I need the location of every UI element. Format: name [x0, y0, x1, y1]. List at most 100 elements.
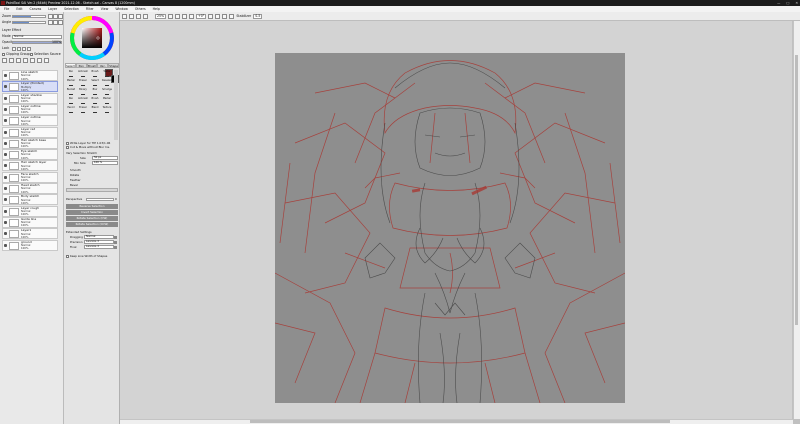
- final-select[interactable]: Lanczos 3: [84, 245, 114, 249]
- layer-item[interactable]: Head sketch Normal 100%: [2, 183, 58, 194]
- clipping-group-checkbox[interactable]: [2, 52, 5, 56]
- flip-button[interactable]: [229, 13, 235, 19]
- horizontal-scroll-thumb[interactable]: [250, 420, 670, 423]
- visibility-eye-icon[interactable]: [4, 220, 7, 224]
- tool-blur-button[interactable]: Blur: [89, 87, 101, 96]
- layer-item[interactable]: Layer1 Normal 100%: [2, 228, 58, 240]
- shape-preset-bar[interactable]: [66, 188, 118, 192]
- visibility-eye-icon[interactable]: [4, 187, 7, 190]
- dragging-dropdown-icon[interactable]: [114, 235, 117, 239]
- visibility-eye-icon[interactable]: [4, 74, 7, 77]
- visibility-eye-icon[interactable]: [4, 175, 7, 179]
- visibility-eye-icon[interactable]: [4, 198, 7, 202]
- layer-item[interactable]: Hair sketch base Normal 100%: [2, 137, 58, 149]
- new-layer-button[interactable]: [2, 58, 7, 63]
- layer-item[interactable]: Layer red Normal 100%: [2, 126, 58, 138]
- tab-vector[interactable]: Vec.: [97, 63, 109, 68]
- tool-pen-button[interactable]: Pen: [65, 69, 77, 78]
- tab-shape[interactable]: Shape: [108, 63, 119, 68]
- tab-select[interactable]: Select: [65, 63, 76, 68]
- layer-item[interactable]: Layer outline Normal 100%: [2, 115, 58, 127]
- merge-down-button[interactable]: [30, 58, 35, 63]
- tool-select-button[interactable]: Select: [89, 78, 101, 87]
- canvas-viewport[interactable]: [120, 21, 792, 419]
- angle-slider[interactable]: [12, 21, 46, 24]
- visibility-eye-icon[interactable]: [4, 209, 7, 213]
- size-field[interactable]: 50 px: [92, 156, 118, 160]
- new-folder-button[interactable]: [16, 58, 21, 63]
- layer-item[interactable]: Layer (Pointed) Multiply 100%: [2, 81, 58, 93]
- lock-transparency-icon[interactable]: [12, 47, 16, 51]
- tool-brush-button[interactable]: Brush: [89, 69, 101, 78]
- tool-eraser-button[interactable]: Eraser: [77, 105, 89, 114]
- rotate-label[interactable]: Rotate: [70, 173, 79, 177]
- tool-blend-button[interactable]: Blend: [89, 105, 101, 114]
- zoom-reset-button[interactable]: [182, 13, 188, 19]
- select-all-button[interactable]: [122, 13, 127, 19]
- rotate-reset-button[interactable]: [222, 13, 228, 19]
- selection-source-checkbox[interactable]: [30, 52, 33, 56]
- zoom-in-button[interactable]: [175, 13, 181, 19]
- precision-dropdown-icon[interactable]: [114, 240, 117, 244]
- tool-water-button[interactable]: Water: [101, 69, 113, 78]
- color-wheel[interactable]: [70, 16, 114, 60]
- tool-pencil-button[interactable]: Pencil: [65, 105, 77, 114]
- delete-layer-button[interactable]: [44, 58, 49, 63]
- tab-pen[interactable]: Pen: [75, 63, 87, 68]
- layer-item[interactable]: Layer shadow Normal 100%: [2, 92, 58, 104]
- tool-airbrush-button[interactable]: Airbrush: [77, 96, 89, 105]
- rotate-zero-button[interactable]: [58, 20, 63, 25]
- invert-selection-button[interactable]: Invert Selection: [66, 210, 118, 215]
- visibility-eye-icon[interactable]: [4, 153, 7, 157]
- visibility-eye-icon[interactable]: [4, 107, 7, 111]
- perspective-slider[interactable]: [86, 198, 114, 201]
- rotate-ccw-button[interactable]: Rotate Selection (CCW): [66, 222, 118, 227]
- layer-item[interactable]: Hair sketch layer Normal 100%: [2, 160, 58, 172]
- new-linework-button[interactable]: [9, 58, 14, 63]
- visibility-eye-icon[interactable]: [4, 130, 7, 134]
- lock-paint-icon[interactable]: [17, 47, 21, 51]
- hide-selection-button[interactable]: [143, 13, 148, 19]
- zoom-field[interactable]: 25%: [155, 13, 167, 19]
- visibility-eye-icon[interactable]: [4, 96, 7, 100]
- tool-marker-button[interactable]: Marker: [101, 96, 113, 105]
- tool-pen-button[interactable]: Pen: [65, 96, 77, 105]
- canvas-artwork[interactable]: [275, 53, 625, 403]
- layer-item[interactable]: Layer rough Normal 100%: [2, 205, 58, 217]
- tool-airbrush-button[interactable]: Airbrush: [77, 69, 89, 78]
- visibility-eye-icon[interactable]: [4, 141, 7, 145]
- final-dropdown-icon[interactable]: [114, 245, 117, 249]
- tab-brush[interactable]: Brush: [86, 63, 98, 68]
- layer-item[interactable]: Face sketch Normal 100%: [2, 171, 58, 183]
- dragging-select[interactable]: Normal: [84, 235, 114, 239]
- layer-item[interactable]: Guide line Normal 100%: [2, 216, 58, 228]
- tool-marker-button[interactable]: Marker: [65, 78, 77, 87]
- rotate-right-button[interactable]: [215, 13, 221, 19]
- invert-button[interactable]: [136, 13, 141, 19]
- min-size-field[interactable]: 100 %: [92, 161, 118, 165]
- tool-bucket-button[interactable]: Bucket: [65, 87, 77, 96]
- keep-line-width-checkbox[interactable]: [66, 254, 69, 258]
- deselect-button[interactable]: [129, 13, 134, 19]
- visibility-eye-icon[interactable]: [4, 85, 7, 89]
- bevel-label[interactable]: Bevel: [70, 183, 78, 187]
- visibility-eye-icon[interactable]: [4, 243, 7, 247]
- visibility-eye-icon[interactable]: [4, 119, 7, 123]
- stabilizer-field[interactable]: S-5: [253, 13, 263, 19]
- tool-binary-button[interactable]: Binary: [77, 87, 89, 96]
- zoom-slider[interactable]: [12, 15, 46, 18]
- layer-item[interactable]: Eye sketch Normal 100%: [2, 149, 58, 161]
- tool-brush-button[interactable]: Brush: [89, 96, 101, 105]
- tool-texture-button[interactable]: Texture: [101, 105, 113, 114]
- visibility-eye-icon[interactable]: [4, 232, 7, 236]
- layer-item[interactable]: ground Normal 100%: [2, 239, 58, 251]
- reverse-selection-button[interactable]: Reverse Selection: [66, 204, 118, 209]
- layer-item[interactable]: Body sketch Normal 100%: [2, 194, 58, 206]
- blend-mode-select[interactable]: Normal: [12, 35, 62, 39]
- layer-item[interactable]: Line sketch Normal 100%: [2, 70, 58, 81]
- layer-item[interactable]: Layer outline Normal 100%: [2, 103, 58, 115]
- precision-select[interactable]: Lanczos 3: [84, 240, 114, 244]
- zoom-fit-small-button[interactable]: [58, 14, 63, 19]
- lock-all-icon[interactable]: [27, 47, 31, 51]
- smooth-label[interactable]: Smooth: [70, 168, 81, 172]
